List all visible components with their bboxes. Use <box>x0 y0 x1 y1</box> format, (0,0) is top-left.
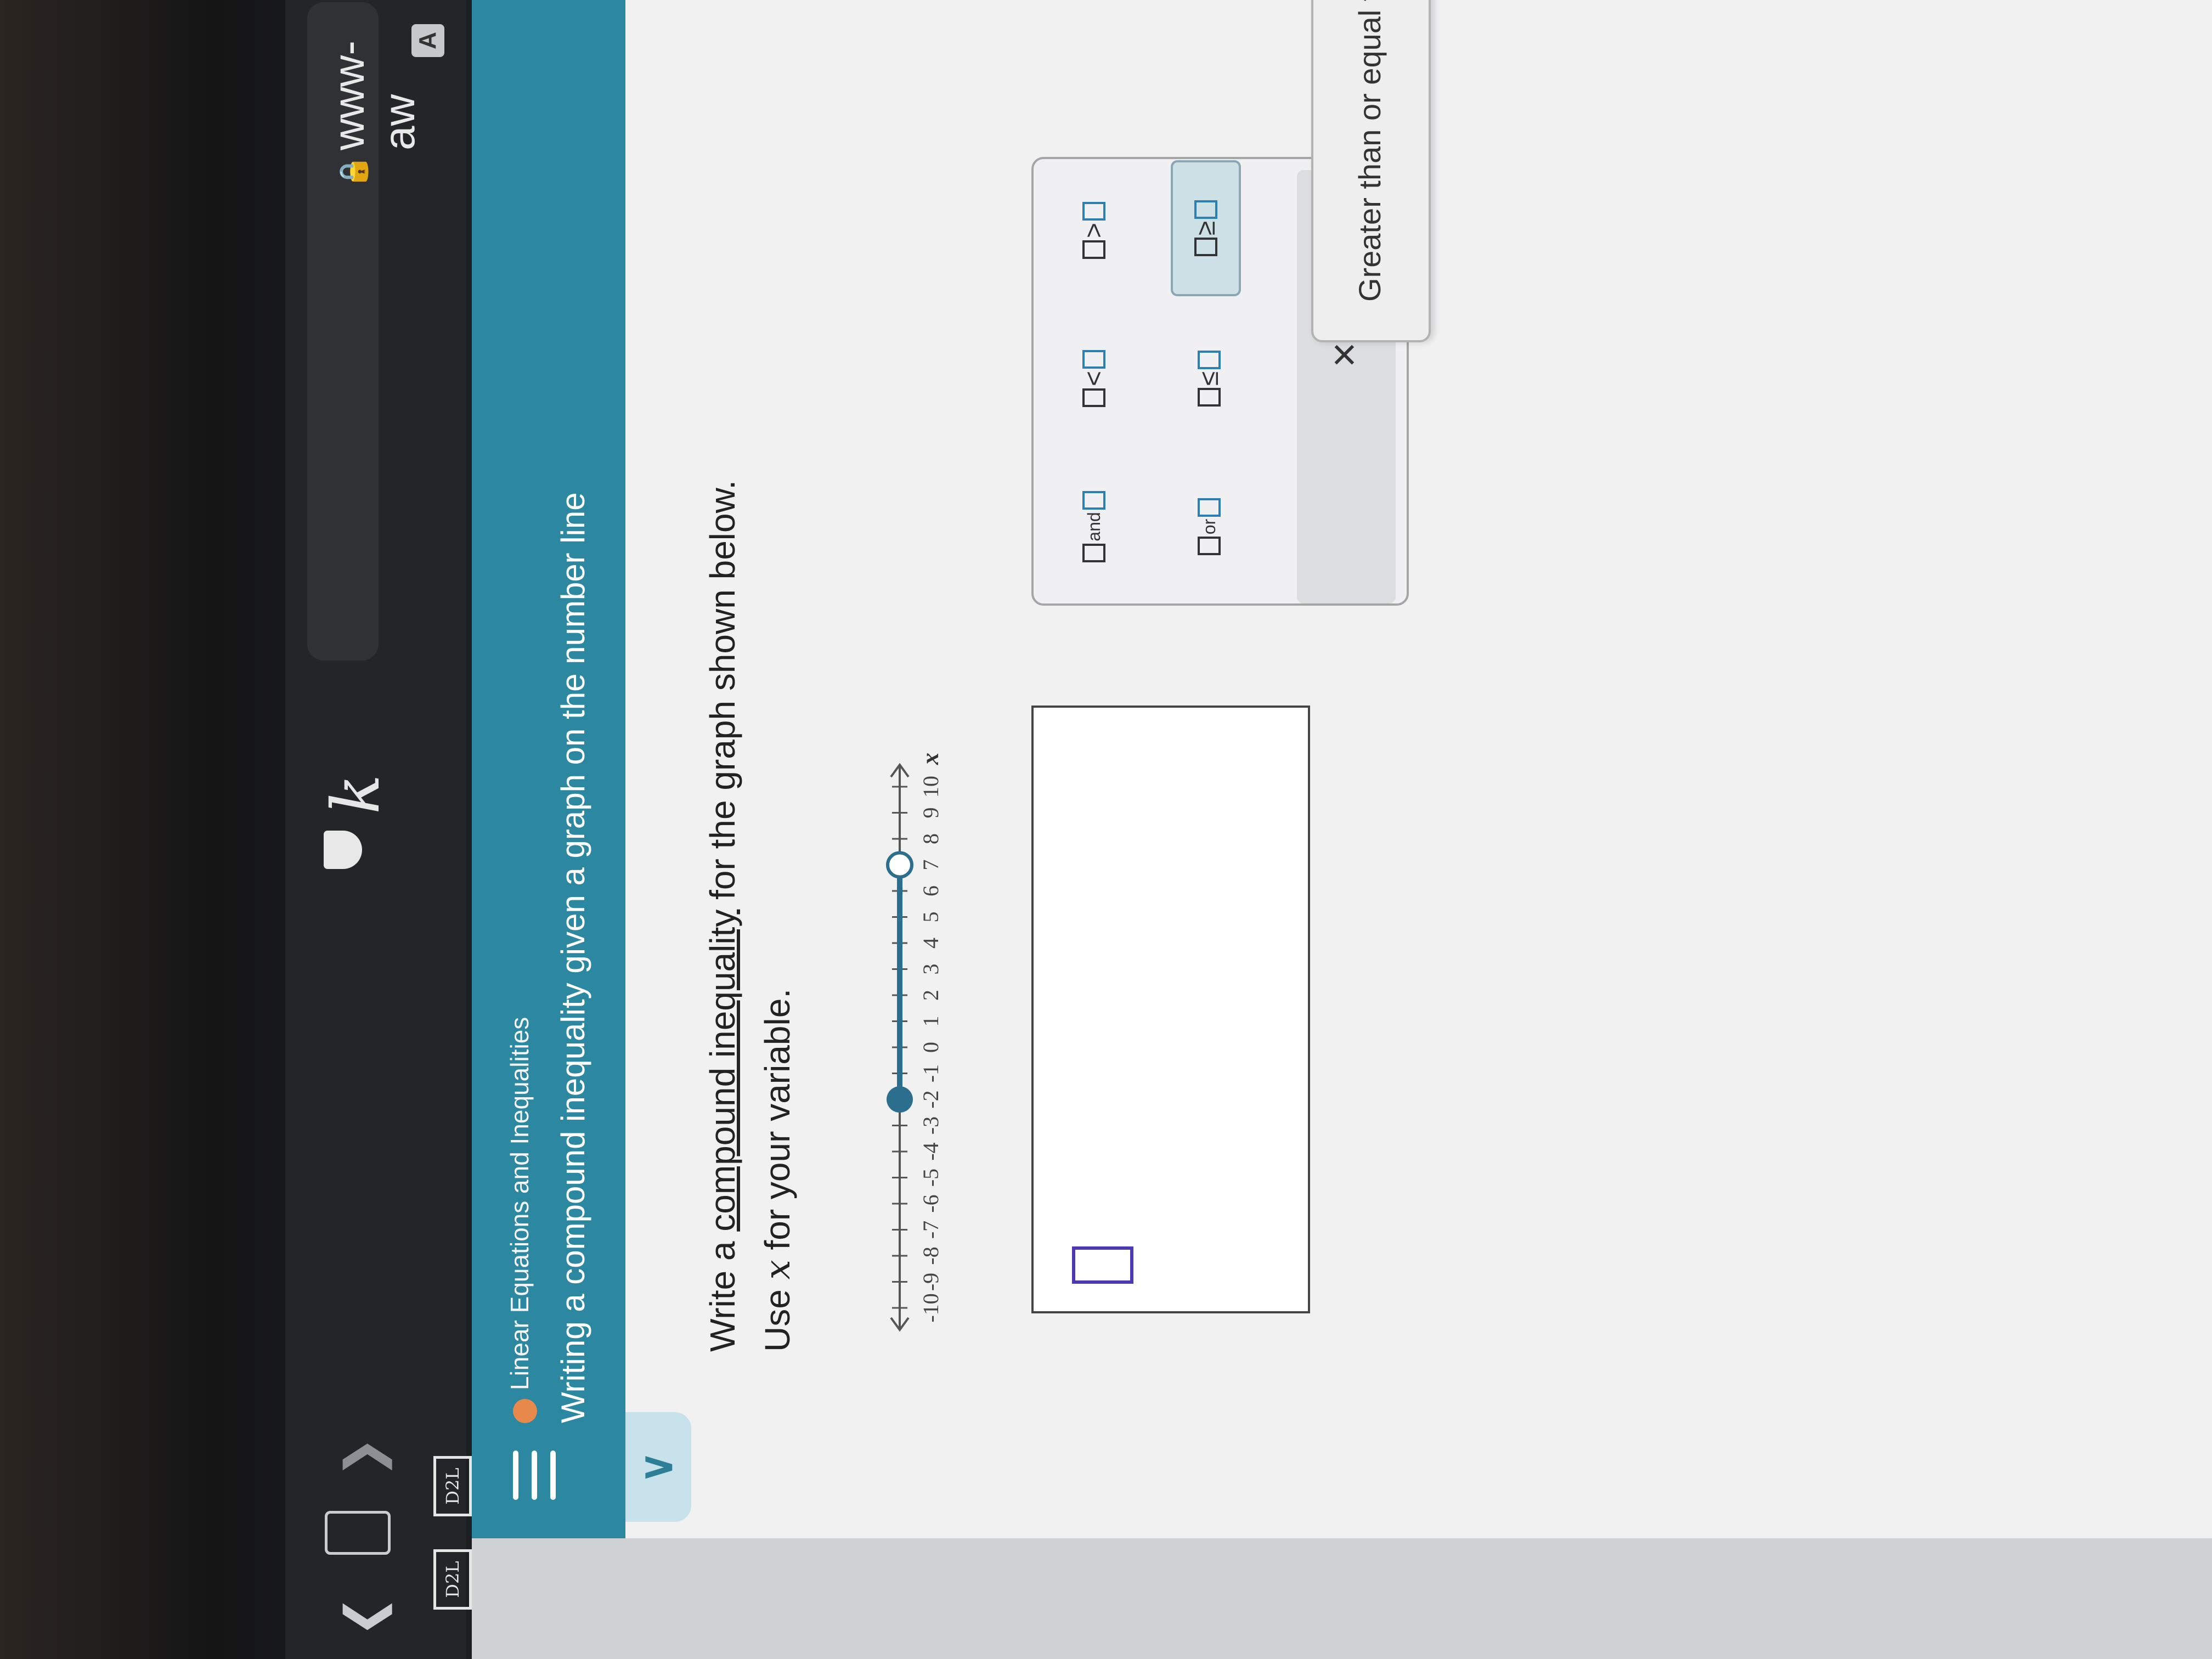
greater-than-key[interactable]: > <box>1061 165 1127 296</box>
answer-box[interactable] <box>1031 706 1310 1313</box>
tooltip-text: Greater than or equal to <box>1352 0 1387 302</box>
bookmark-d2l-1[interactable]: D2L <box>433 1549 472 1610</box>
tick-label: 1 <box>918 1016 943 1027</box>
tick-label: -10 <box>918 1293 943 1322</box>
tick-label: 0 <box>918 1042 943 1053</box>
lock-icon: 🔒 <box>338 154 369 189</box>
or-key[interactable]: or <box>1176 461 1242 592</box>
menu-icon[interactable] <box>513 1451 557 1500</box>
expand-button[interactable]: ∨ <box>625 1412 691 1522</box>
less-than-key[interactable]: < <box>1061 313 1127 444</box>
tick-label: 9 <box>918 808 943 819</box>
tick-label: 3 <box>918 964 943 975</box>
tick-label: -4 <box>918 1142 943 1160</box>
compound-inequality-link[interactable]: compound inequality <box>703 910 742 1232</box>
tick-label: -2 <box>918 1090 943 1108</box>
tick-label: -5 <box>918 1169 943 1187</box>
closed-endpoint <box>887 1086 913 1113</box>
profile-avatar[interactable]: A <box>411 24 444 57</box>
tick-label: -6 <box>918 1194 943 1212</box>
chevron-down-icon: ∨ <box>632 1451 681 1483</box>
tick-label: -8 <box>918 1246 943 1265</box>
and-key[interactable]: and <box>1061 461 1127 592</box>
bookmark-d2l-2[interactable]: D2L <box>433 1456 472 1516</box>
lesson-header: Linear Equations and Inequalities Writin… <box>472 0 625 1538</box>
back-arrow-icon[interactable]: ❮ <box>335 1596 392 1637</box>
input-cursor <box>1072 1246 1133 1284</box>
open-endpoint <box>886 851 913 879</box>
axis-label: x <box>917 753 944 765</box>
topic-status-dot <box>513 1399 537 1423</box>
shield-icon[interactable] <box>324 831 362 869</box>
lesson-title: Writing a compound inequality given a gr… <box>555 492 591 1423</box>
topic-title: Linear Equations and Inequalities <box>505 1017 534 1390</box>
clear-icon[interactable]: × <box>1319 342 1369 368</box>
tick-label: -1 <box>918 1064 943 1082</box>
extension-k-icon[interactable]: k <box>318 774 394 814</box>
forward-arrow-icon[interactable]: ❯ <box>335 1437 392 1478</box>
tick-label: 7 <box>918 860 943 871</box>
tick-label: 4 <box>918 938 943 949</box>
less-equal-key[interactable]: ≤ <box>1176 313 1242 444</box>
tick-label: 2 <box>918 990 943 1001</box>
tick-label: 6 <box>918 885 943 896</box>
tooltip: Greater than or equal to <box>1311 0 1431 342</box>
question-line-2: Use x for your variable. <box>758 988 798 1352</box>
rotated-photo: ❮ ❯ k 🔒 www-aw D2L D2L A Linear Equation… <box>0 0 2212 1659</box>
tick-label: 10 <box>918 776 943 798</box>
url-text: www-aw <box>324 41 424 150</box>
tick-label: 8 <box>918 833 943 844</box>
tick-label: -7 <box>918 1221 943 1239</box>
number-line: -10-9-8-7-6-5-4-3-2-1012345678910x <box>886 753 944 1332</box>
greater-equal-key[interactable]: ≥ <box>1171 160 1241 296</box>
tick-label: -3 <box>918 1116 943 1135</box>
sidebar-toggle-icon[interactable] <box>325 1511 391 1555</box>
tick-label: 5 <box>918 912 943 923</box>
question-line-1: Write a compound inequality for the grap… <box>703 479 742 1352</box>
tick-label: -9 <box>918 1273 943 1291</box>
